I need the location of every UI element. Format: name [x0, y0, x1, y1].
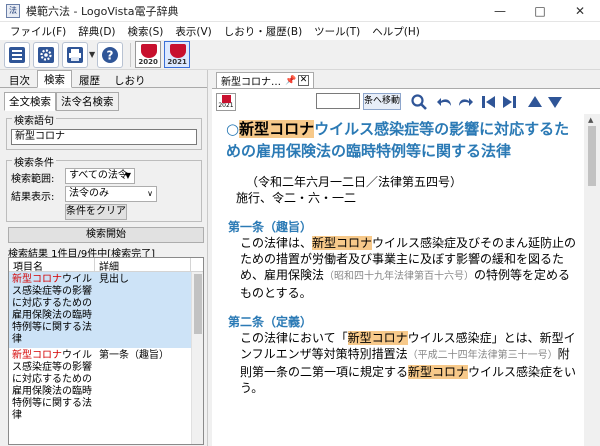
column-header-detail[interactable]: 詳細: [95, 258, 191, 273]
maximize-button[interactable]: □: [520, 0, 560, 22]
search-range-select[interactable]: すべての法令 ▼: [65, 168, 135, 184]
right-panel: 新型コロナ… 📌 ✕ 2021 条へ移動 ○新型コロナウイルス感染症等の影響に対…: [212, 70, 600, 446]
search-icon[interactable]: [410, 93, 428, 111]
dictionary-2020-button[interactable]: 2020: [135, 41, 162, 68]
close-button[interactable]: ✕: [560, 0, 600, 22]
enactment-info: （令和二年六月一二日／法律第五四号）: [246, 175, 463, 189]
article-heading: 第二条（定義）: [228, 315, 313, 329]
print-dropdown-arrow-icon[interactable]: ▼: [89, 50, 95, 59]
column-header-item[interactable]: 項目名: [9, 258, 95, 273]
menu-bar: ファイル(F) 辞典(D) 検索(S) 表示(V) しおり・履歴(B) ツール(…: [0, 22, 600, 40]
help-button[interactable]: ?: [97, 41, 124, 68]
highlighted-keyword: 新型コロナ: [408, 365, 469, 379]
document-tab[interactable]: 新型コロナ… 📌 ✕: [216, 72, 314, 88]
menu-help[interactable]: ヘルプ(H): [366, 24, 426, 39]
search-term-group: 検索語句 新型コロナ: [6, 112, 202, 150]
current-dictionary-icon: 2021: [216, 92, 236, 111]
document-view: ○新型コロナウイルス感染症等の影響に対応するための雇用保険法の臨時特例等に関する…: [212, 114, 584, 446]
back-icon[interactable]: [436, 93, 454, 111]
document-title: ○新型コロナウイルス感染症等の影響に対応するための雇用保険法の臨時特例等に関する…: [226, 120, 570, 160]
article-number-input[interactable]: [316, 93, 360, 109]
menu-view[interactable]: 表示(V): [169, 24, 217, 39]
tab-search[interactable]: 検索: [37, 70, 72, 88]
article-heading: 第一条（趣旨）: [228, 220, 313, 234]
menu-tools[interactable]: ツール(T): [308, 24, 366, 39]
document-scrollbar[interactable]: ▲: [584, 114, 600, 446]
menu-dictionary[interactable]: 辞典(D): [72, 24, 121, 39]
pin-icon[interactable]: 📌: [285, 76, 296, 86]
go-to-article-button[interactable]: 条へ移動: [363, 93, 401, 110]
close-tab-icon[interactable]: ✕: [298, 75, 309, 86]
left-panel: 目次 検索 履歴 しおり 全文検索 法令名検索 検索語句 新型コロナ 検索条件 …: [0, 70, 208, 446]
results-header: 項目名 詳細: [9, 258, 203, 273]
article-body: この法律は、新型コロナウイルス感染症及びそのまん延防止のための措置が労働者及び事…: [240, 236, 577, 300]
toolbar: ▼ ? 2020 2021: [0, 40, 600, 70]
list-icon: [9, 46, 25, 63]
result-display-select[interactable]: 法令のみ ∨: [65, 186, 157, 202]
printer-icon: [67, 46, 83, 63]
result-row[interactable]: 新型コロナウイルス感染症等の影響に対応するための雇用保険法の臨時特例等に関する法…: [9, 272, 203, 348]
menu-search[interactable]: 検索(S): [122, 24, 170, 39]
title-bar: 法 模範六法 - LogoVista電子辞典 — □ ✕: [0, 0, 600, 22]
gear-icon: [38, 46, 54, 63]
print-button[interactable]: [62, 41, 88, 68]
dictionary-seal-icon: [170, 44, 187, 58]
arrow-down-icon[interactable]: [546, 93, 564, 111]
results-scrollbar[interactable]: [191, 272, 203, 444]
enforcement-info: 施行、令二・六・一二: [236, 191, 357, 205]
app-icon: 法: [6, 3, 20, 18]
window-title: 模範六法 - LogoVista電子辞典: [26, 4, 179, 18]
settings-button[interactable]: [33, 41, 59, 68]
forward-icon[interactable]: [456, 93, 474, 111]
clear-conditions-button[interactable]: 条件をクリア: [65, 204, 127, 220]
tab-fulltext-search[interactable]: 全文検索: [4, 92, 56, 111]
highlighted-keyword: 新型コロナ: [312, 236, 373, 250]
dictionary-seal-icon: [141, 44, 158, 58]
svg-text:?: ?: [107, 48, 114, 62]
minimize-button[interactable]: —: [480, 0, 520, 22]
document-tabs: 新型コロナ… 📌 ✕: [212, 70, 600, 88]
results-list: 項目名 詳細 新型コロナウイルス感染症等の影響に対応するための雇用保険法の臨時特…: [8, 257, 204, 445]
tab-history[interactable]: 履歴: [72, 71, 107, 87]
highlighted-keyword: 新型コロナ: [239, 120, 315, 138]
dictionary-2021-button[interactable]: 2021: [164, 41, 191, 68]
tab-contents[interactable]: 目次: [2, 71, 37, 87]
search-term-input[interactable]: 新型コロナ: [11, 129, 197, 145]
tab-bookmarks[interactable]: しおり: [107, 71, 153, 87]
chevron-down-icon: ∨: [147, 189, 153, 198]
scrollbar-thumb[interactable]: [588, 126, 596, 186]
left-tabs: 目次 検索 履歴 しおり: [0, 70, 207, 88]
list-view-button[interactable]: [4, 41, 30, 68]
navigation-bar: 2021 条へ移動: [212, 88, 600, 114]
arrow-up-icon[interactable]: [526, 93, 544, 111]
tab-lawname-search[interactable]: 法令名検索: [56, 92, 119, 111]
menu-file[interactable]: ファイル(F): [4, 24, 72, 39]
search-condition-group: 検索条件 検索範囲: すべての法令 ▼ 結果表示: 法令のみ ∨ 条件をクリア: [6, 154, 202, 222]
menu-bookmark-history[interactable]: しおり・履歴(B): [218, 24, 308, 39]
search-mode-tabs: 全文検索 法令名検索: [4, 92, 207, 111]
question-icon: ?: [102, 46, 119, 63]
scroll-up-icon[interactable]: ▲: [588, 116, 593, 124]
next-page-icon[interactable]: [500, 93, 518, 111]
previous-page-icon[interactable]: [480, 93, 498, 111]
dropdown-arrow-icon: ▼: [124, 171, 131, 180]
search-start-button[interactable]: 検索開始: [8, 227, 204, 243]
highlighted-keyword: 新型コロナ: [347, 331, 408, 345]
article-body: この法律において「新型コロナウイルス感染症」とは、新型インフルエンザ等対策特別措…: [240, 331, 577, 395]
result-row[interactable]: 新型コロナウイルス感染症等の影響に対応するための雇用保険法の臨時特例等に関する法…: [9, 348, 203, 424]
toolbar-separator: [130, 42, 132, 67]
